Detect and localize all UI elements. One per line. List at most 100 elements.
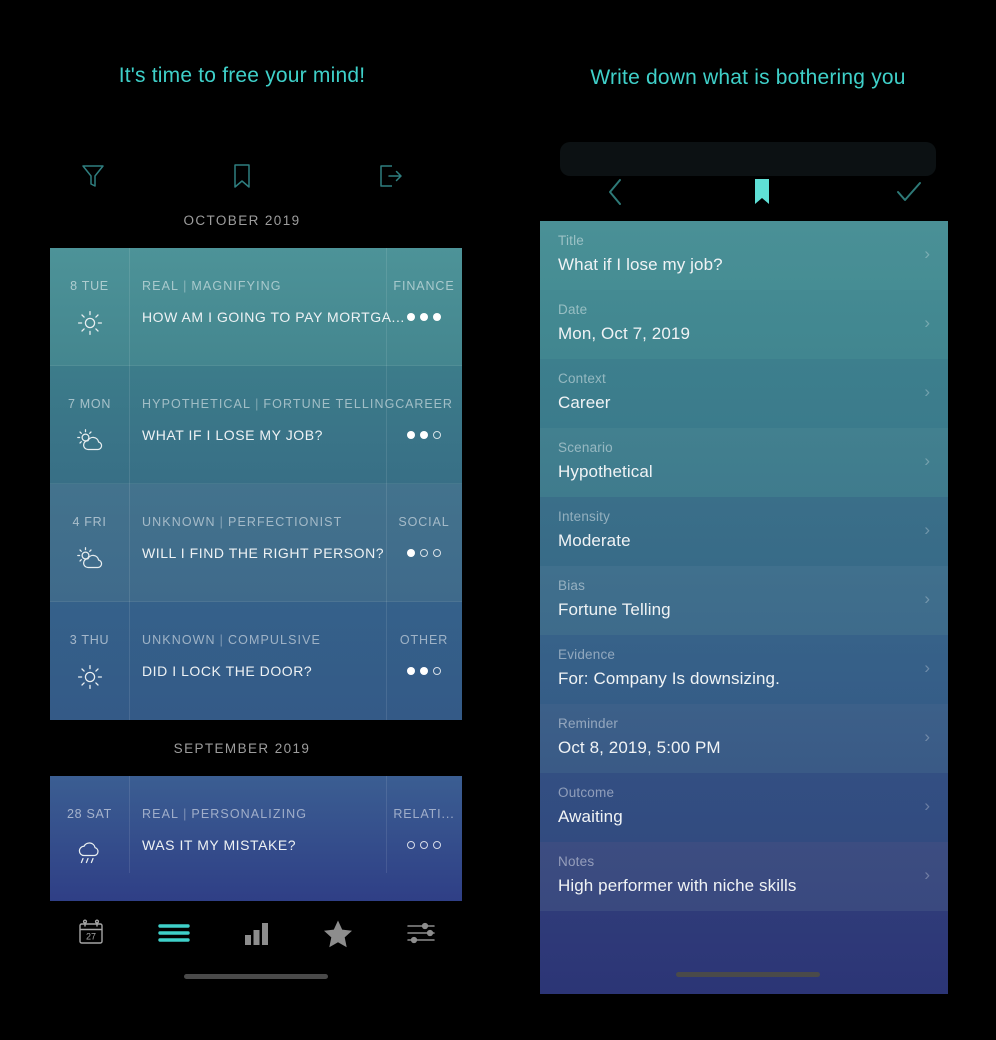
entry-title: WILL I FIND THE RIGHT PERSON? [142,545,385,561]
sidebar-item-settings[interactable] [380,906,462,960]
field-value: High performer with niche skills [558,876,797,895]
calendar-badge: 27 [86,932,96,942]
entry-scenario: HYPOTHETICAL [142,397,252,411]
row-divider-right [386,366,387,484]
row-divider-left [129,602,130,720]
intensity-dots [386,841,462,849]
list-item[interactable]: Reminder Oct 8, 2019, 5:00 PM › [540,704,948,773]
month-header-september: SEPTEMBER 2019 [173,741,311,756]
entry-scenario: UNKNOWN [142,515,216,529]
sidebar-item-statistics[interactable] [215,906,297,960]
entry-meta: HYPOTHETICAL | FORTUNE TELLING [142,397,395,411]
intensity-dots [386,313,462,321]
bookmark-icon[interactable] [214,156,270,196]
intensity-dots [386,667,462,675]
entry-bias: FORTUNE TELLING [263,397,396,411]
list-item[interactable]: Intensity Moderate › [540,497,948,566]
field-value: Oct 8, 2019, 5:00 PM [558,738,721,757]
list-item[interactable]: Scenario Hypothetical › [540,428,948,497]
meta-separator: | [183,279,188,293]
list-item[interactable]: Evidence For: Company Is downsizing. › [540,635,948,704]
sidebar-item-list[interactable] [132,906,214,960]
entry-day: 8 TUE [70,279,109,293]
home-indicator [676,972,820,977]
row-divider-left [129,484,130,602]
field-value: Moderate [558,531,631,550]
table-row[interactable]: 8 TUE REAL | MAGNIFYING HOW AM I GOING TO … [50,248,462,366]
right-toolbar [556,170,968,214]
table-row[interactable]: 7 MON HYPOTHETICAL | FORTUNE TELLING WHAT … [50,366,462,484]
chevron-right-icon: › [924,451,930,470]
entry-category: FINANCE [393,279,455,293]
list-item[interactable]: Outcome Awaiting › [540,773,948,842]
chevron-right-icon: › [924,244,930,263]
entry-category: SOCIAL [398,515,450,529]
entry-bias: PERFECTIONIST [228,515,343,529]
chevron-right-icon: › [924,727,930,746]
left-screen: It's time to free your mind! OCTOBER 201… [12,10,472,1010]
entry-day: 4 FRI [72,515,107,529]
phone-left: It's time to free your mind! OCTOBER 201… [12,10,472,1010]
entry-meta: REAL | MAGNIFYING [142,279,282,293]
field-label: Notes [558,854,595,869]
right-header-title: Write down what is bothering you [590,66,906,89]
field-label: Date [558,302,588,317]
back-icon[interactable] [580,170,650,214]
field-label: Title [558,233,585,248]
sun-icon [50,306,129,340]
intensity-dots [386,431,462,439]
entry-category: OTHER [399,633,449,647]
entry-title: DID I LOCK THE DOOR? [142,663,313,679]
entry-meta: UNKNOWN | COMPULSIVE [142,633,321,647]
entry-day: 7 MON [67,397,112,411]
home-indicator [184,974,328,979]
chevron-right-icon: › [924,382,930,401]
filter-icon[interactable] [65,156,121,196]
bottom-tab-bar: 27 [50,906,462,960]
month-header-october: OCTOBER 2019 [183,213,301,228]
field-value: Awaiting [558,807,623,826]
entry-scenario: REAL [142,279,180,293]
list-item[interactable]: Context Career › [540,359,948,428]
phone-right: Write down what is bothering you Title W… [518,10,978,1010]
field-value: Career [558,393,611,412]
meta-separator: | [219,633,225,647]
confirm-check-icon[interactable] [874,170,944,214]
list-item[interactable]: Date Mon, Oct 7, 2019 › [540,290,948,359]
table-row[interactable]: 3 THU UNKNOWN | COMPULSIVE DID I LOCK THE … [50,602,462,720]
rain-cloud-icon [50,834,129,868]
table-row[interactable]: 28 SAT REAL | PERSONALIZING WAS IT MY MIST… [50,776,462,901]
chevron-right-icon: › [924,796,930,815]
partly-cloudy-icon [50,424,129,458]
field-label: Intensity [558,509,611,524]
row-divider-right [386,602,387,720]
meta-separator: | [255,397,260,411]
list-item[interactable]: Bias Fortune Telling › [540,566,948,635]
meta-separator: | [219,515,225,529]
detail-list-footer [540,911,948,994]
list-item[interactable]: Notes High performer with niche skills › [540,842,948,911]
entry-scenario: UNKNOWN [142,633,216,647]
entry-bias: MAGNIFYING [191,279,282,293]
entry-meta: UNKNOWN | PERFECTIONIST [142,515,342,529]
sidebar-item-calendar[interactable]: 27 [50,906,132,960]
screenshot-root: It's time to free your mind! OCTOBER 201… [0,0,996,1040]
chevron-right-icon: › [924,589,930,608]
logout-icon[interactable] [363,156,419,196]
sidebar-item-favorites[interactable] [297,906,379,960]
field-value: For: Company Is downsizing. [558,669,780,688]
list-item[interactable]: Title What if I lose my job? › [540,221,948,290]
table-row[interactable]: 4 FRI UNKNOWN | PERFECTIONIST WILL I FIND … [50,484,462,602]
entry-bias: PERSONALIZING [191,807,308,821]
row-divider-right [386,248,387,366]
row-divider-left [129,776,130,873]
partly-cloudy-icon [50,542,129,576]
bookmark-filled-icon[interactable] [727,170,797,214]
entry-category: CAREER [395,397,453,411]
entry-title: HOW AM I GOING TO PAY MORTGA... [142,309,405,325]
chevron-right-icon: › [924,865,930,884]
entry-meta: REAL | PERSONALIZING [142,807,307,821]
row-divider-left [129,248,130,366]
field-value: Fortune Telling [558,600,671,619]
entry-list-october: 8 TUE REAL | MAGNIFYING HOW AM I GOING TO … [50,248,462,720]
